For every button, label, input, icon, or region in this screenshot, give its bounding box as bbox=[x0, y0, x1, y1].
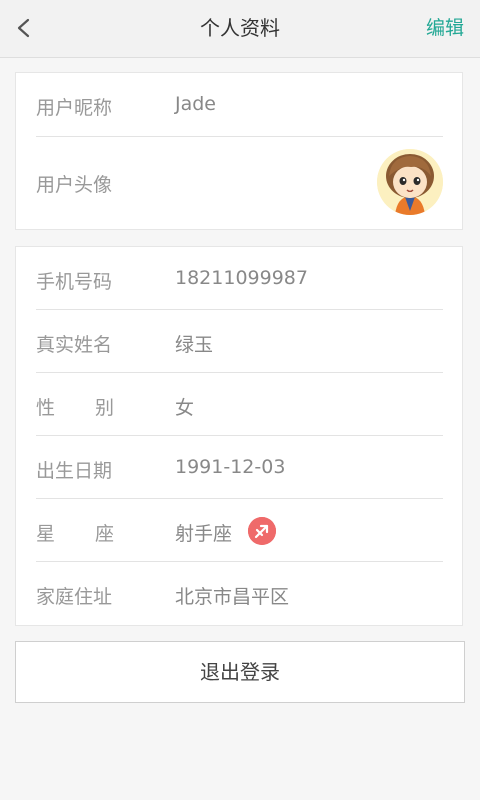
page-title: 个人资料 bbox=[200, 16, 280, 40]
nickname-label: 用户昵称 bbox=[36, 97, 113, 119]
zodiac-label-char-1: 星 bbox=[36, 523, 56, 545]
birthday-value: 1991-12-03 bbox=[175, 456, 286, 478]
gender-label: 性 别 bbox=[36, 393, 114, 420]
nickname-value: Jade bbox=[175, 93, 216, 115]
realname-value: 绿玉 bbox=[175, 334, 214, 356]
zodiac-row[interactable]: 星 座 射手座 bbox=[36, 499, 443, 562]
avatar-label: 用户头像 bbox=[36, 174, 113, 196]
address-value: 北京市昌平区 bbox=[175, 586, 290, 608]
birthday-label: 出生日期 bbox=[36, 460, 113, 482]
avatar[interactable] bbox=[377, 149, 443, 215]
phone-label: 手机号码 bbox=[36, 271, 113, 293]
details-card: 手机号码 18211099987 真实姓名 绿玉 性 别 女 出生日期 1991… bbox=[15, 246, 463, 626]
zodiac-value: 射手座 bbox=[175, 523, 233, 545]
realname-row[interactable]: 真实姓名 绿玉 bbox=[36, 310, 443, 373]
profile-card: 用户昵称 Jade 用户头像 bbox=[15, 72, 463, 230]
nickname-row[interactable]: 用户昵称 Jade bbox=[36, 73, 443, 137]
gender-label-char-2: 别 bbox=[94, 397, 114, 419]
logout-button[interactable]: 退出登录 bbox=[15, 641, 465, 703]
zodiac-label: 星 座 bbox=[36, 519, 114, 546]
zodiac-label-char-2: 座 bbox=[94, 523, 114, 545]
avatar-row[interactable]: 用户头像 bbox=[36, 137, 443, 229]
phone-row[interactable]: 手机号码 18211099987 bbox=[36, 247, 443, 310]
phone-value: 18211099987 bbox=[175, 267, 308, 289]
address-label: 家庭住址 bbox=[36, 586, 113, 608]
top-nav-bar: 个人资料 编辑 bbox=[0, 0, 480, 58]
avatar-girl-icon bbox=[377, 149, 443, 215]
birthday-row[interactable]: 出生日期 1991-12-03 bbox=[36, 436, 443, 499]
gender-row[interactable]: 性 别 女 bbox=[36, 373, 443, 436]
gender-value: 女 bbox=[175, 397, 195, 419]
gender-label-char-1: 性 bbox=[36, 397, 56, 419]
sagittarius-icon bbox=[248, 517, 276, 545]
address-row[interactable]: 家庭住址 北京市昌平区 bbox=[36, 562, 443, 624]
realname-label: 真实姓名 bbox=[36, 334, 113, 356]
edit-button[interactable]: 编辑 bbox=[426, 0, 464, 57]
